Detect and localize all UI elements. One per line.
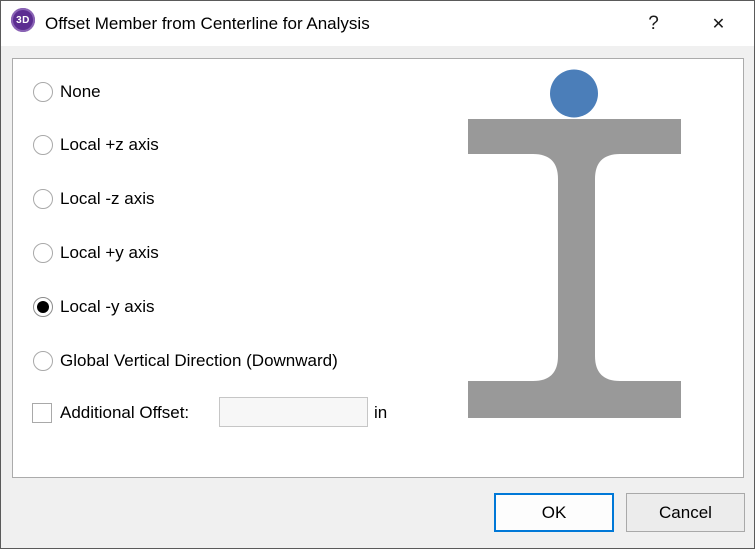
title-bar: 3D Offset Member from Centerline for Ana… <box>1 1 754 46</box>
radio-option-none[interactable]: None <box>33 81 101 103</box>
ibeam-diagram <box>453 59 703 429</box>
radio-label: Local -y axis <box>60 297 154 317</box>
radio-icon <box>33 82 53 102</box>
unit-label: in <box>374 403 387 423</box>
radio-label: Local -z axis <box>60 189 154 209</box>
app-icon-3d: 3D <box>11 8 35 32</box>
options-panel: None Local +z axis Local -z axis Local +… <box>12 58 744 478</box>
radio-label: Local +y axis <box>60 243 159 263</box>
ok-button[interactable]: OK <box>494 493 614 532</box>
radio-option-local-minus-y[interactable]: Local -y axis <box>33 296 154 318</box>
radio-label: None <box>60 82 101 102</box>
radio-option-global-vertical[interactable]: Global Vertical Direction (Downward) <box>33 350 338 372</box>
radio-option-local-minus-z[interactable]: Local -z axis <box>33 188 154 210</box>
radio-option-local-plus-y[interactable]: Local +y axis <box>33 242 159 264</box>
radio-icon <box>33 243 53 263</box>
ibeam-graphic <box>468 119 681 418</box>
radio-label: Global Vertical Direction (Downward) <box>60 351 338 371</box>
additional-offset-row: Additional Offset: <box>32 402 189 424</box>
additional-offset-label: Additional Offset: <box>60 403 189 423</box>
help-button[interactable]: ? <box>631 1 676 46</box>
window-title: Offset Member from Centerline for Analys… <box>45 1 370 46</box>
additional-offset-checkbox[interactable] <box>32 403 52 423</box>
radio-label: Local +z axis <box>60 135 159 155</box>
radio-option-local-plus-z[interactable]: Local +z axis <box>33 134 159 156</box>
radio-icon <box>33 297 53 317</box>
offset-member-dialog: 3D Offset Member from Centerline for Ana… <box>0 0 755 549</box>
radio-icon <box>33 351 53 371</box>
radio-icon <box>33 189 53 209</box>
offset-position-indicator <box>550 70 598 118</box>
cancel-button[interactable]: Cancel <box>626 493 745 532</box>
additional-offset-input[interactable] <box>219 397 368 427</box>
close-button[interactable]: ✕ <box>696 1 741 46</box>
radio-icon <box>33 135 53 155</box>
